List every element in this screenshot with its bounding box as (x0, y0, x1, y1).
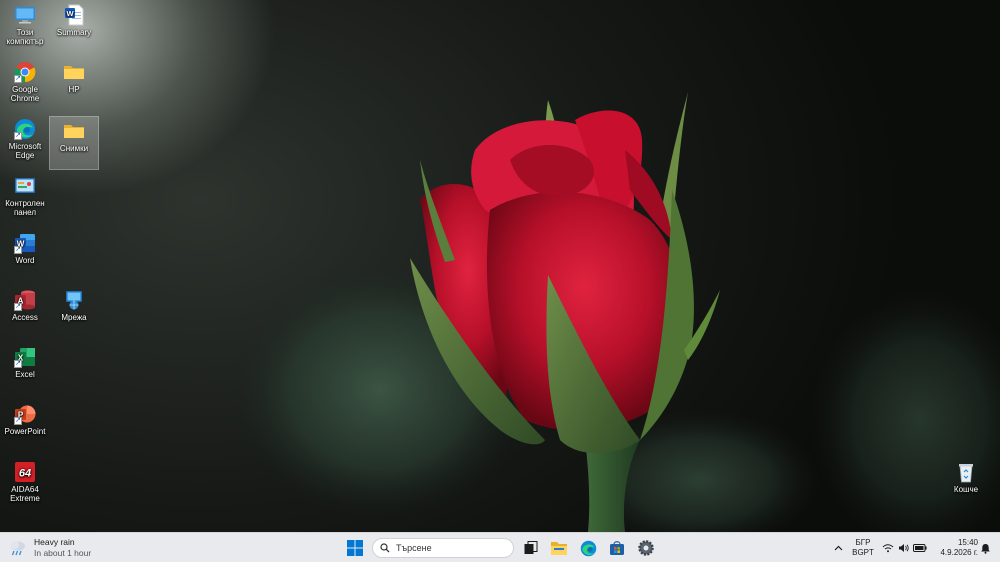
desktop-wallpaper (0, 0, 1000, 532)
desktop-icon-label: HP (68, 85, 80, 94)
edge-taskbar-button[interactable] (577, 537, 599, 559)
desktop-icon-recycle-bin[interactable]: Кошче (941, 458, 991, 512)
battery-icon (912, 544, 927, 552)
word-document-icon: W (63, 4, 85, 26)
desktop-icon-this-pc[interactable]: Този компютър (0, 1, 50, 55)
language-code: БГР (855, 538, 871, 547)
desktop-icon-word[interactable]: W ↗ Word (0, 229, 50, 283)
desktop-icon-label: Контролен панел (5, 199, 45, 217)
input-language-indicator[interactable]: БГР BGPT (850, 538, 876, 558)
keyboard-layout: BGPT (852, 548, 874, 557)
desktop-icon-label: Excel (15, 370, 35, 379)
desktop-icon-access[interactable]: A ↗ Access (0, 286, 50, 340)
desktop-icon-label: AIDA64 Extreme (10, 485, 40, 503)
desktop-icon-label: Access (12, 313, 38, 322)
edge-icon: ↗ (14, 118, 36, 140)
desktop-icon-label: Този компютър (6, 28, 44, 46)
desktop-icon-powerpoint[interactable]: P ↗ PowerPoint (0, 400, 50, 454)
desktop-icon-label: Microsoft Edge (8, 142, 42, 160)
wifi-icon (882, 544, 893, 553)
excel-icon: X ↗ (14, 346, 36, 368)
show-hidden-icons-button[interactable] (830, 533, 846, 562)
rain-cloud-icon (8, 538, 28, 558)
start-icon (347, 540, 363, 556)
folder-icon (63, 61, 85, 83)
desktop-icon-control-panel[interactable]: Контролен панел (0, 172, 50, 226)
word-icon: W ↗ (14, 232, 36, 254)
desktop-icon-network[interactable]: Мрежа (49, 286, 99, 340)
start-button[interactable] (344, 537, 366, 559)
folder-icon (63, 120, 85, 142)
desktop-icon-google-chrome[interactable]: ↗ Google Chrome (0, 58, 50, 112)
file-explorer-button[interactable] (548, 537, 570, 559)
desktop-icon-excel[interactable]: X ↗ Excel (0, 343, 50, 397)
microsoft-store-icon (610, 541, 624, 555)
desktop-icon-label: Кошче (953, 485, 979, 494)
settings-button[interactable] (635, 537, 657, 559)
task-view-button[interactable] (520, 537, 542, 559)
desktop-icon-label: Снимки (59, 144, 89, 153)
settings-icon (638, 540, 654, 556)
clock-time: 15:40 (957, 538, 978, 547)
recycle-bin-icon (955, 461, 977, 483)
clock-date: 4.9.2026 г. (940, 548, 978, 557)
chrome-icon: ↗ (14, 61, 36, 83)
desktop-icon-label: Google Chrome (10, 85, 40, 103)
rose-wallpaper-image (230, 92, 1000, 532)
weather-condition: Heavy rain (34, 537, 75, 547)
desktop-icon-summary[interactable]: W Summary (49, 1, 99, 55)
monitor-icon (14, 4, 36, 26)
task-view-icon (524, 541, 538, 554)
svg-text:W: W (66, 9, 74, 18)
volume-icon (898, 544, 909, 552)
notifications-button[interactable] (978, 533, 992, 562)
desktop-icon-label: Word (15, 256, 35, 265)
aida64-icon: 64 (14, 461, 36, 483)
powerpoint-icon: P ↗ (14, 403, 36, 425)
network-icon (63, 289, 85, 311)
desktop-icon-aida64[interactable]: 64 AIDA64 Extreme (0, 458, 50, 512)
notification-bell-icon (980, 543, 990, 554)
desktop-icon-hp-folder[interactable]: HP (49, 58, 99, 112)
file-explorer-icon (551, 542, 567, 555)
weather-widget[interactable]: Heavy rain In about 1 hour (8, 537, 91, 559)
desktop-icon-label: PowerPoint (4, 427, 46, 436)
desktop-icon-microsoft-edge[interactable]: ↗ Microsoft Edge (0, 115, 50, 169)
edge-icon (580, 540, 596, 556)
quick-settings-button[interactable] (879, 533, 929, 562)
clock-date-button[interactable]: 15:40 4.9.2026 г. (930, 538, 978, 558)
chevron-up-icon (834, 545, 842, 551)
control-panel-icon (14, 175, 36, 197)
search-icon (380, 543, 390, 553)
desktop-icon-label: Мрежа (61, 313, 87, 322)
access-icon: A ↗ (14, 289, 36, 311)
svg-text:64: 64 (19, 468, 31, 480)
weather-forecast: In about 1 hour (34, 548, 92, 558)
microsoft-store-button[interactable] (606, 537, 628, 559)
desktop-icon-snimki-folder[interactable]: Снимки (49, 116, 99, 170)
taskbar-search-box[interactable]: Търсене (372, 538, 514, 558)
desktop-icon-label: Summary (56, 28, 92, 37)
taskbar: Heavy rain In about 1 hour Търсене БГР B… (0, 532, 1000, 562)
search-placeholder: Търсене (396, 543, 432, 553)
